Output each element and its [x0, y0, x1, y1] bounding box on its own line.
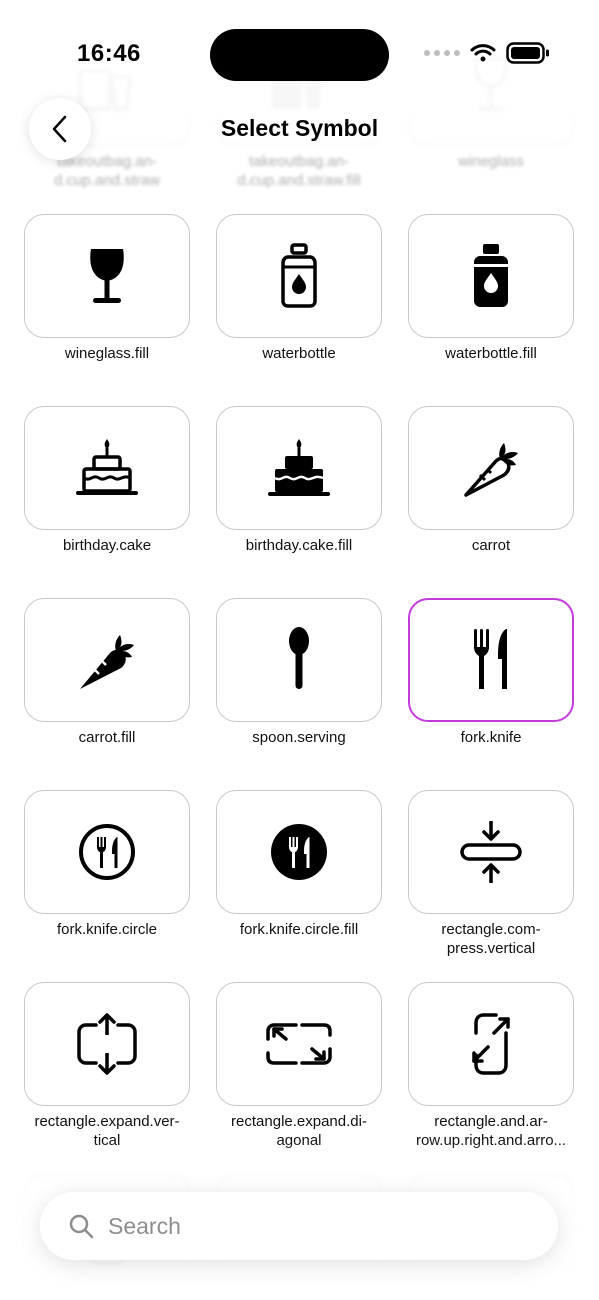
symbol-tile[interactable]	[408, 790, 574, 914]
symbol-tile[interactable]	[216, 598, 382, 722]
symbol-cell-fork-knife-circle[interactable]: fork.knife.circle	[22, 790, 192, 939]
symbol-tile[interactable]	[408, 214, 574, 338]
symbol-label: rectangle.expand.ver- tical	[34, 1113, 180, 1149]
symbol-label: rectangle.expand.di- agonal	[231, 1113, 367, 1149]
rectangle-compress-vertical-icon	[460, 821, 522, 883]
symbol-cell-rectangle-expand-diagonal[interactable]: rectangle.expand.di- agonal	[214, 982, 384, 1150]
symbol-tile[interactable]	[216, 982, 382, 1106]
symbol-tile[interactable]	[408, 982, 574, 1106]
symbol-cell-birthday-cake[interactable]: birthday.cake	[22, 406, 192, 555]
symbol-label: fork.knife	[460, 729, 522, 746]
symbol-label: birthday.cake.fill	[245, 537, 353, 554]
search-input[interactable]	[106, 1211, 510, 1241]
status-time: 16:46	[77, 40, 141, 67]
rectangle-and-arrow-icon	[472, 1013, 510, 1075]
fork-knife-icon	[474, 629, 507, 689]
waterbottle-icon	[281, 243, 317, 308]
symbol-grid: takeoutbag.an- d.cup.and.straw takeoutba…	[0, 0, 599, 1300]
fork-knife-circle-icon	[79, 824, 135, 880]
symbol-label: takeoutbag.an- d.cup.and.straw.fill	[237, 153, 361, 189]
symbol-label: spoon.serving	[252, 729, 346, 746]
search-icon	[69, 1214, 94, 1239]
symbol-tile[interactable]	[24, 406, 190, 530]
symbol-cell-rectangle-compress-vertical[interactable]: rectangle.com- press.vertical	[406, 790, 576, 958]
symbol-cell-birthday-cake-fill[interactable]: birthday.cake.fill	[214, 406, 384, 555]
symbol-cell-fork-knife[interactable]: fork.knife	[406, 598, 576, 747]
waterbottle-fill-icon	[474, 244, 508, 307]
fork-knife-circle-fill-icon	[271, 824, 327, 880]
page-title: Select Symbol	[220, 115, 379, 141]
symbol-label: rectangle.com- press.vertical	[441, 921, 541, 957]
symbol-tile[interactable]	[24, 214, 190, 338]
symbol-label: carrot.fill	[78, 729, 136, 746]
rectangle-expand-vertical-icon	[77, 1013, 137, 1075]
symbol-cell-carrot[interactable]: carrot	[406, 406, 576, 555]
carrot-fill-icon	[80, 635, 134, 689]
symbol-label: waterbottle	[262, 345, 336, 362]
symbol-tile[interactable]	[216, 214, 382, 338]
symbol-label: rectangle.and.ar- row.up.right.and.arro.…	[415, 1113, 567, 1149]
wifi-icon	[470, 44, 496, 62]
symbol-cell-rectangle-expand-vertical[interactable]: rectangle.expand.ver- tical	[22, 982, 192, 1150]
symbol-tile[interactable]	[24, 790, 190, 914]
symbol-cell-spoon-serving[interactable]: spoon.serving	[214, 598, 384, 747]
symbol-cell-waterbottle[interactable]: waterbottle	[214, 214, 384, 363]
spoon-serving-icon	[289, 627, 309, 689]
symbol-tile-selected[interactable]	[408, 598, 574, 722]
battery-icon	[506, 42, 549, 64]
dynamic-island	[210, 29, 389, 81]
symbol-tile[interactable]	[216, 790, 382, 914]
symbol-label: wineglass.fill	[64, 345, 150, 362]
symbol-cell-wineglass-fill[interactable]: wineglass.fill	[22, 214, 192, 363]
status-indicators	[424, 42, 550, 64]
birthday-cake-icon	[76, 439, 138, 495]
symbol-label: birthday.cake	[62, 537, 152, 554]
symbol-cell-carrot-fill[interactable]: carrot.fill	[22, 598, 192, 747]
symbol-label: carrot	[471, 537, 511, 554]
symbol-label: wineglass	[458, 153, 524, 170]
symbol-cell-waterbottle-fill[interactable]: waterbottle.fill	[406, 214, 576, 363]
birthday-cake-fill-icon	[268, 439, 330, 496]
symbol-tile[interactable]	[216, 406, 382, 530]
symbol-cell-rectangle-and-arrow[interactable]: rectangle.and.ar- row.up.right.and.arro.…	[406, 982, 576, 1150]
symbol-cell-fork-knife-circle-fill[interactable]: fork.knife.circle.fill	[214, 790, 384, 939]
symbol-label: fork.knife.circle.fill	[239, 921, 359, 938]
symbol-tile[interactable]	[24, 982, 190, 1106]
wineglass-fill-icon	[90, 249, 124, 303]
cellular-signal-icon	[424, 50, 460, 56]
symbol-tile[interactable]	[408, 406, 574, 530]
carrot-icon	[464, 443, 518, 497]
rectangle-expand-diagonal-icon	[266, 1023, 332, 1065]
search-bar[interactable]	[40, 1192, 558, 1260]
symbol-label: waterbottle.fill	[445, 345, 537, 362]
symbol-tile[interactable]	[24, 598, 190, 722]
symbol-label: fork.knife.circle	[56, 921, 158, 938]
